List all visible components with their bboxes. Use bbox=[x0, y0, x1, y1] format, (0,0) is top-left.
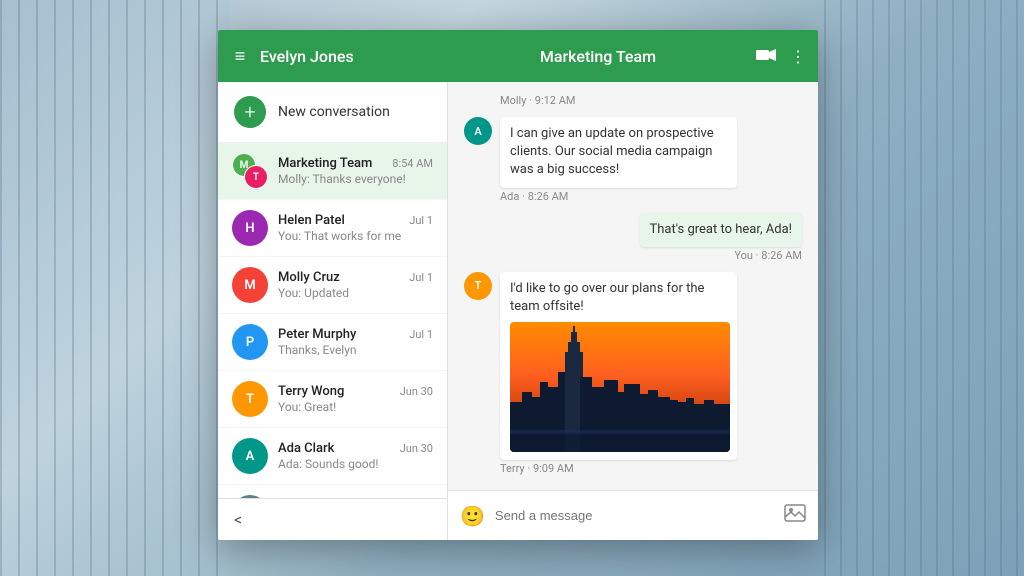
header-left: ≡ Evelyn Jones bbox=[230, 46, 440, 67]
chat-panel: Molly · 9:12 AM A I can give an update o… bbox=[448, 82, 818, 540]
video-call-icon[interactable] bbox=[756, 47, 776, 66]
conv-info: Molly Cruz Jul 1 You: Updated bbox=[278, 270, 433, 300]
avatar: T bbox=[232, 381, 268, 417]
message-time: Terry · 9:09 AM bbox=[500, 462, 737, 475]
conv-preview: Ada: Sounds good! bbox=[278, 457, 433, 471]
conv-preview: You: Great! bbox=[278, 400, 433, 414]
image-attach-button[interactable] bbox=[784, 504, 806, 527]
list-item[interactable]: P Peter Murphy Jul 1 Thanks, Evelyn bbox=[218, 314, 447, 371]
chat-input-bar: 🙂 bbox=[448, 490, 818, 540]
message-content: That's great to hear, Ada! You · 8:26 AM bbox=[640, 213, 803, 262]
conv-name: Peter Murphy bbox=[278, 327, 356, 342]
header: ≡ Evelyn Jones Marketing Team ⋮ bbox=[218, 30, 818, 82]
conv-name: Ada Clark bbox=[278, 441, 334, 456]
list-item[interactable]: M T Marketing Team 8:54 AM Molly: Thanks… bbox=[218, 143, 447, 200]
conv-preview: You: Updated bbox=[278, 286, 433, 300]
plus-icon: + bbox=[234, 96, 266, 128]
message-bubble: That's great to hear, Ada! bbox=[640, 213, 803, 247]
conv-time: Jul 1 bbox=[409, 271, 433, 284]
conv-name: Terry Wong bbox=[278, 384, 344, 399]
conv-preview: Thanks, Evelyn bbox=[278, 343, 433, 357]
hamburger-icon[interactable]: ≡ bbox=[230, 46, 250, 67]
emoji-button[interactable]: 🙂 bbox=[460, 504, 485, 528]
sidebar-collapse-button[interactable]: < bbox=[218, 498, 447, 540]
message-time: Ada · 8:26 AM bbox=[500, 190, 737, 203]
bg-left-building bbox=[0, 0, 230, 576]
list-item[interactable]: T Terry Wong Jun 30 You: Great! bbox=[218, 371, 447, 428]
message-row: That's great to hear, Ada! You · 8:26 AM bbox=[464, 213, 802, 262]
new-conversation-button[interactable]: + New conversation bbox=[218, 82, 447, 143]
message-row: T I'd like to go over our plans for the … bbox=[464, 272, 802, 475]
conv-info: Marketing Team 8:54 AM Molly: Thanks eve… bbox=[278, 156, 433, 186]
message-bubble: I'd like to go over our plans for the te… bbox=[500, 272, 737, 460]
bg-right-building bbox=[824, 0, 1024, 576]
new-conversation-label: New conversation bbox=[278, 104, 390, 120]
sidebar: + New conversation M T Marketing Team 8:… bbox=[218, 82, 448, 540]
conv-info: Ada Clark Jun 30 Ada: Sounds good! bbox=[278, 441, 433, 471]
message-content: I'd like to go over our plans for the te… bbox=[500, 272, 737, 475]
message-time: You · 8:26 AM bbox=[640, 249, 803, 262]
avatar: A bbox=[232, 438, 268, 474]
conv-name: Helen Patel bbox=[278, 213, 345, 228]
conv-info: Helen Patel Jul 1 You: That works for me bbox=[278, 213, 433, 243]
conv-time: Jul 1 bbox=[409, 328, 433, 341]
conv-time: Jun 30 bbox=[400, 385, 433, 398]
conv-time: Jul 1 bbox=[409, 214, 433, 227]
avatar: A bbox=[464, 117, 492, 145]
conv-preview: Molly: Thanks everyone! bbox=[278, 172, 433, 186]
message-content: I can give an update on prospective clie… bbox=[500, 117, 737, 203]
list-item[interactable]: H Helen Patel Jul 1 You: That works for … bbox=[218, 200, 447, 257]
more-options-icon[interactable]: ⋮ bbox=[790, 47, 806, 66]
conversation-list: M T Marketing Team 8:54 AM Molly: Thanks… bbox=[218, 143, 447, 498]
conv-info: Peter Murphy Jul 1 Thanks, Evelyn bbox=[278, 327, 433, 357]
avatar: M bbox=[232, 267, 268, 303]
header-right: ⋮ bbox=[756, 47, 806, 66]
list-item[interactable]: M Molly Cruz Jul 1 You: Updated bbox=[218, 257, 447, 314]
collapse-icon: < bbox=[234, 510, 242, 529]
conv-name: Molly Cruz bbox=[278, 270, 340, 285]
header-username: Evelyn Jones bbox=[260, 47, 440, 66]
conv-preview: You: That works for me bbox=[278, 229, 433, 243]
message-meta: Molly · 9:12 AM bbox=[464, 94, 802, 107]
conv-time: 8:54 AM bbox=[392, 157, 433, 170]
app-window: ≡ Evelyn Jones Marketing Team ⋮ + New co… bbox=[218, 30, 818, 540]
conv-name: Marketing Team bbox=[278, 156, 372, 171]
message-bubble: I can give an update on prospective clie… bbox=[500, 117, 737, 188]
conv-time: Jun 30 bbox=[400, 442, 433, 455]
header-center: Marketing Team bbox=[440, 47, 756, 66]
main-content: + New conversation M T Marketing Team 8:… bbox=[218, 82, 818, 540]
message-image bbox=[510, 322, 730, 452]
avatar-group: M T bbox=[232, 153, 268, 189]
avatar: T bbox=[464, 272, 492, 300]
header-chat-title: Marketing Team bbox=[540, 47, 656, 66]
message-input[interactable] bbox=[495, 508, 774, 523]
chat-messages: Molly · 9:12 AM A I can give an update o… bbox=[448, 82, 818, 490]
list-item[interactable]: G Gary Anderson Jun 30 You: Great! bbox=[218, 485, 447, 498]
conv-info: Terry Wong Jun 30 You: Great! bbox=[278, 384, 433, 414]
message-row: A I can give an update on prospective cl… bbox=[464, 117, 802, 203]
avatar: P bbox=[232, 324, 268, 360]
avatar: H bbox=[232, 210, 268, 246]
list-item[interactable]: A Ada Clark Jun 30 Ada: Sounds good! bbox=[218, 428, 447, 485]
